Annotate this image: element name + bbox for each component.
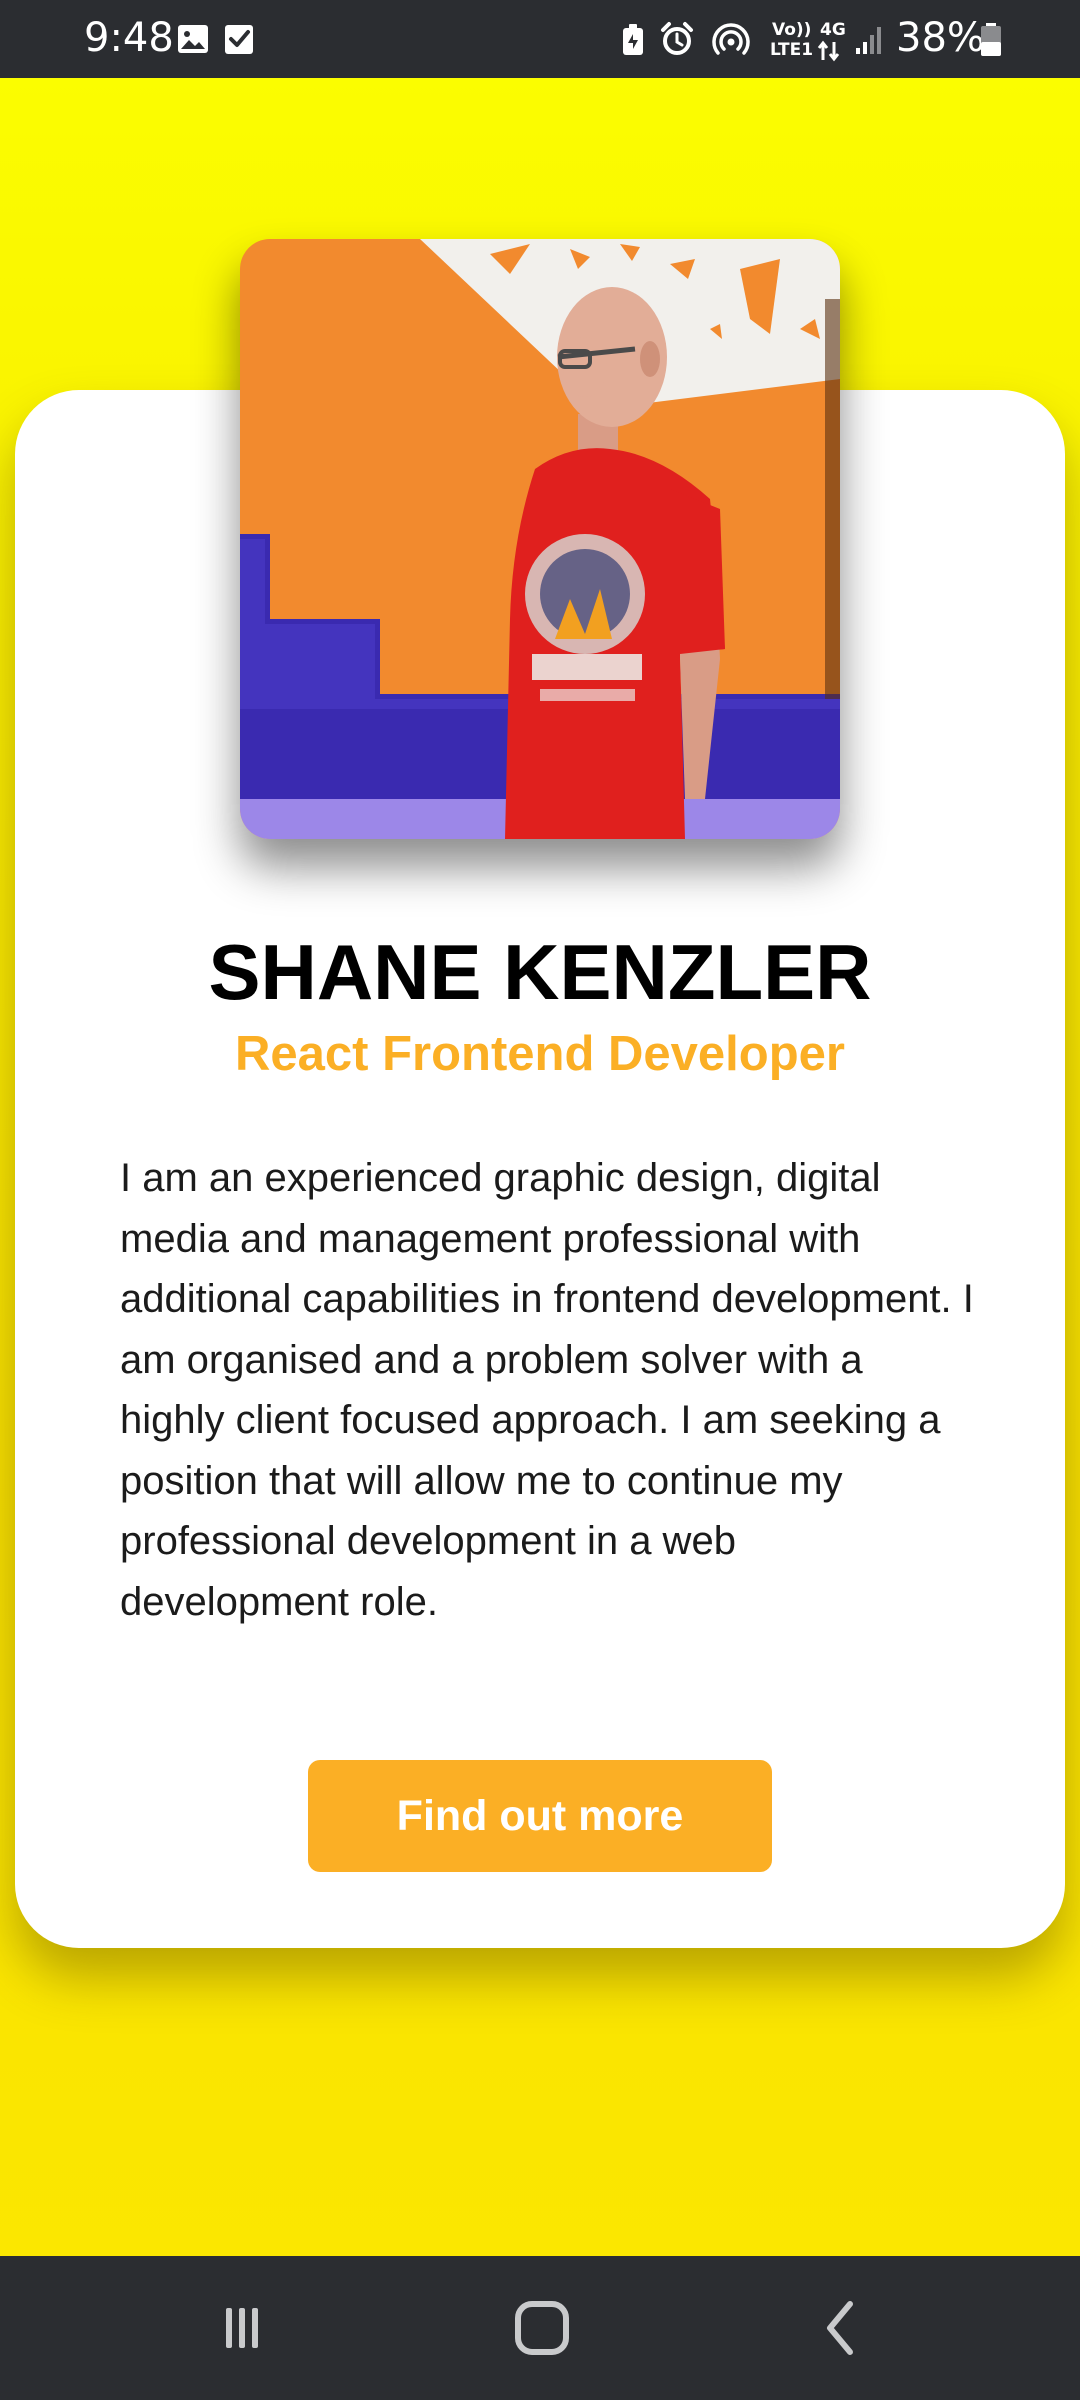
battery-icon (981, 23, 1001, 56)
image-icon (178, 25, 208, 53)
status-time: 9:48 (84, 15, 174, 61)
back-button[interactable] (762, 2256, 922, 2400)
status-bar: 9:48 Vo)) LTE1 4G 38% (0, 0, 1080, 78)
profile-photo-illustration (240, 239, 840, 839)
alarm-icon (661, 22, 693, 55)
signal-icon (856, 27, 881, 54)
profile-bio: I am an experienced graphic design, digi… (120, 1156, 974, 1624)
profile-photo (240, 239, 840, 839)
volte-label: Vo)) (772, 20, 812, 40)
profile-role: React Frontend Developer (235, 1027, 845, 1081)
app-background: SHANE KENZLER React Frontend Developer I… (0, 78, 1080, 2256)
check-square-icon (225, 25, 253, 54)
home-icon (515, 2301, 569, 2355)
lte-label: LTE1 (770, 40, 814, 60)
data-arrows-icon (817, 40, 840, 62)
find-out-more-button[interactable]: Find out more (308, 1760, 772, 1872)
home-button[interactable] (462, 2256, 622, 2400)
battery-saver-icon (623, 24, 643, 55)
recent-apps-icon (226, 2308, 258, 2348)
navigation-bar (0, 2256, 1080, 2400)
profile-name: SHANE KENZLER (208, 928, 872, 1016)
network-type-label: 4G (820, 20, 846, 40)
back-icon (827, 2301, 853, 2355)
hotspot-icon (712, 23, 750, 55)
recent-apps-button[interactable] (162, 2256, 322, 2400)
